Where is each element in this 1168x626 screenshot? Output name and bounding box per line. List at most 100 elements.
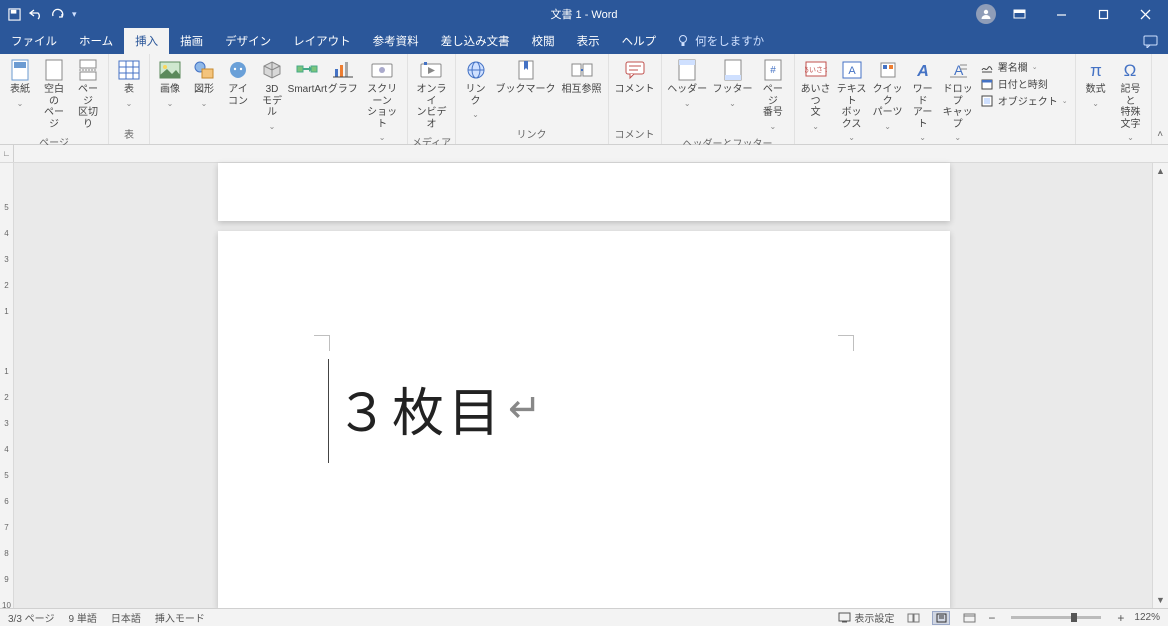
tab-layout[interactable]: レイアウト	[282, 28, 362, 54]
page-count[interactable]: 3/3 ページ	[8, 610, 54, 625]
3d-models-button[interactable]: 3D モデル⌄	[255, 57, 289, 133]
table-button[interactable]: 表⌄	[112, 57, 146, 110]
user-avatar-icon[interactable]	[976, 4, 996, 24]
wordart-button[interactable]: Aワード アート⌄	[906, 57, 940, 144]
dropcap-button[interactable]: Aドロップ キャップ⌄	[940, 57, 976, 144]
page-current[interactable]: ３枚目 ↵	[218, 231, 950, 608]
blank-page-button[interactable]: 空白の ページ	[37, 57, 71, 132]
horizontal-ruler[interactable]: ∟	[0, 145, 1168, 163]
maximize-icon[interactable]	[1084, 0, 1122, 28]
footer-button[interactable]: フッター⌄	[710, 57, 755, 110]
date-time-button[interactable]: 日付と時刻	[980, 76, 1068, 91]
online-video-button[interactable]: オンライ ンビデオ	[411, 57, 451, 132]
svg-text:A: A	[916, 63, 929, 79]
bookmark-button[interactable]: ブックマーク	[493, 57, 559, 98]
footer-icon	[722, 59, 744, 81]
cover-page-button[interactable]: 表紙⌄	[3, 57, 37, 110]
shapes-button[interactable]: 図形⌄	[187, 57, 221, 110]
insert-mode[interactable]: 挿入モード	[155, 610, 205, 625]
table-icon	[118, 59, 140, 81]
group-table: 表⌄ 表	[109, 54, 150, 144]
textbox-button[interactable]: Aテキスト ボックス⌄	[834, 57, 870, 144]
greeting-button[interactable]: あいさつあいさつ 文⌄	[798, 57, 834, 133]
greeting-icon: あいさつ	[805, 59, 827, 81]
header-button[interactable]: ヘッダー⌄	[665, 57, 710, 110]
feedback-icon[interactable]	[1132, 28, 1168, 54]
word-count[interactable]: 9 単語	[68, 610, 96, 625]
vertical-ruler[interactable]: 5432112345678910	[0, 163, 14, 608]
page-break-icon	[77, 59, 99, 81]
signature-line-button[interactable]: 署名欄⌄	[980, 59, 1068, 74]
header-icon	[676, 59, 698, 81]
ribbon-display-icon[interactable]	[1000, 0, 1038, 28]
svg-text:あいさつ: あいさつ	[805, 66, 827, 74]
equation-button[interactable]: π数式⌄	[1079, 57, 1113, 110]
zoom-in-icon[interactable]: +	[1117, 611, 1124, 625]
lightbulb-icon	[677, 34, 689, 48]
comment-button[interactable]: コメント	[612, 57, 658, 98]
cross-reference-button[interactable]: 相互参照	[559, 57, 605, 98]
close-icon[interactable]	[1126, 0, 1164, 28]
screenshot-button[interactable]: スクリーン ショット⌄	[360, 57, 405, 144]
icons-button[interactable]: アイ コン	[221, 57, 255, 109]
status-bar: 3/3 ページ 9 単語 日本語 挿入モード 表示設定 − + 122%	[0, 608, 1168, 626]
tab-references[interactable]: 参考資料	[362, 28, 430, 54]
tab-review[interactable]: 校閲	[521, 28, 566, 54]
tab-mailings[interactable]: 差し込み文書	[430, 28, 521, 54]
pictures-button[interactable]: 画像⌄	[153, 57, 187, 110]
tab-draw[interactable]: 描画	[169, 28, 214, 54]
document-area: 5432112345678910 ３枚目 ↵ ▲ ▼	[0, 163, 1168, 608]
link-button[interactable]: リン ク⌄	[459, 57, 493, 121]
zoom-out-icon[interactable]: −	[988, 611, 995, 625]
tab-design[interactable]: デザイン	[214, 28, 282, 54]
quickparts-button[interactable]: クイック パーツ⌄	[870, 57, 906, 133]
object-button[interactable]: オブジェクト⌄	[980, 93, 1068, 108]
save-icon[interactable]	[8, 8, 21, 21]
object-icon	[980, 94, 994, 108]
dropcap-icon: A	[947, 59, 969, 81]
display-settings[interactable]: 表示設定	[838, 610, 894, 625]
chart-icon	[332, 59, 354, 81]
icons-icon	[227, 59, 249, 81]
print-layout-icon[interactable]	[932, 611, 950, 625]
zoom-slider[interactable]	[1011, 616, 1101, 619]
group-symbol: π数式⌄ Ω記号と 特殊文字⌄ 記号と特殊文字	[1076, 54, 1153, 144]
qat-more-icon[interactable]: ▾	[72, 9, 77, 20]
tab-help[interactable]: ヘルプ	[611, 28, 668, 54]
redo-icon[interactable]	[51, 8, 64, 20]
document-body-text[interactable]: ３枚目 ↵	[336, 371, 546, 446]
symbol-button[interactable]: Ω記号と 特殊文字⌄	[1113, 57, 1149, 144]
page-number-button[interactable]: #ページ 番号⌄	[755, 57, 790, 133]
paragraph-mark-icon: ↵	[508, 386, 546, 432]
chart-button[interactable]: グラフ	[326, 57, 360, 98]
vertical-scrollbar[interactable]: ▲ ▼	[1152, 163, 1168, 608]
page-previous[interactable]	[218, 163, 950, 221]
zoom-level[interactable]: 122%	[1134, 612, 1160, 623]
smartart-button[interactable]: SmartArt	[289, 57, 326, 98]
signature-icon	[980, 60, 994, 74]
tell-me-search[interactable]: 何をしますか	[667, 28, 774, 54]
collapse-ribbon-icon[interactable]: ˄	[1152, 54, 1168, 144]
group-media: オンライ ンビデオ メディア	[408, 54, 455, 144]
tab-insert[interactable]: 挿入	[124, 28, 169, 54]
date-time-icon	[980, 77, 994, 91]
tab-selector-icon[interactable]: ∟	[0, 145, 14, 162]
language[interactable]: 日本語	[111, 610, 141, 625]
blank-page-icon	[43, 59, 65, 81]
tab-home[interactable]: ホーム	[68, 28, 124, 54]
tab-file[interactable]: ファイル	[0, 28, 68, 54]
undo-icon[interactable]	[29, 8, 43, 20]
tab-view[interactable]: 表示	[566, 28, 611, 54]
title-bar: ▾ 文書 1 - Word	[0, 0, 1168, 28]
3d-models-icon	[261, 59, 283, 81]
web-layout-icon[interactable]	[960, 611, 978, 625]
text-cursor	[328, 359, 329, 463]
read-mode-icon[interactable]	[904, 611, 922, 625]
svg-text:A: A	[954, 62, 964, 78]
bookmark-icon	[515, 59, 537, 81]
page-break-button[interactable]: ページ 区切り	[71, 57, 105, 132]
margin-corner-icon	[314, 335, 330, 351]
scroll-down-icon[interactable]: ▼	[1156, 592, 1165, 608]
scroll-up-icon[interactable]: ▲	[1156, 163, 1165, 179]
minimize-icon[interactable]	[1042, 0, 1080, 28]
